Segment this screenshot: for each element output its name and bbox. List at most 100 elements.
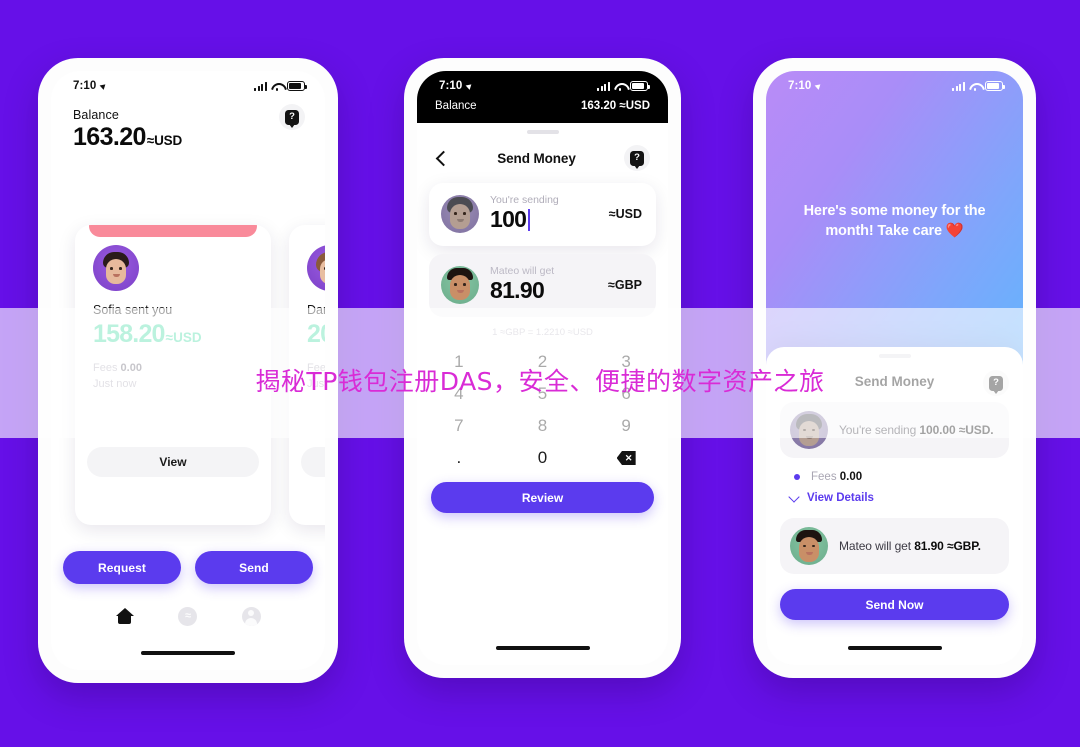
sheet-nav: Send Money ? <box>766 358 1023 396</box>
receiving-amount-card[interactable]: Mateo will get 81.90 ≈GBP <box>429 254 656 317</box>
sending-label: You're sending <box>490 194 559 206</box>
location-arrow-icon <box>100 82 108 90</box>
wifi-icon <box>969 82 981 91</box>
mini-balance-row: Balance 163.20 ≈USD <box>417 94 668 115</box>
phone-3-screen: Here's some money for the month! Take ca… <box>766 71 1023 665</box>
key-decimal[interactable]: . <box>417 442 501 474</box>
tab-profile[interactable] <box>241 606 261 626</box>
home-indicator <box>141 651 235 655</box>
sheet-nav: Send Money ? <box>417 134 668 171</box>
home-icon <box>115 608 134 624</box>
sending-summary-amount: 100.00 ≈USD. <box>919 423 994 437</box>
receiving-summary-text: Mateo will get 81.90 ≈GBP. <box>839 539 981 553</box>
delete-icon: ✕ <box>616 451 636 465</box>
view-details-link[interactable]: View Details <box>807 492 874 504</box>
hero-message: Here's some money for the month! Take ca… <box>803 203 986 239</box>
key-delete[interactable]: ✕ <box>584 442 668 474</box>
help-button[interactable]: ? <box>983 370 1009 396</box>
transaction-card[interactable]: Sofia sent you 158.20 ≈USD Fees 0.00 Jus… <box>75 225 271 525</box>
receiving-currency: ≈GBP <box>608 277 642 292</box>
view-button[interactable]: View <box>87 446 259 477</box>
screenshot-stage: 7:10 Balance 163.20 ≈USD ? Sofia sent yo… <box>0 0 1080 747</box>
sending-amount-card[interactable]: You're sending 100 ≈USD <box>429 183 656 246</box>
wifi-icon <box>271 82 283 91</box>
status-bar-3: 7:10 <box>766 71 1023 94</box>
view-details-row[interactable]: View Details <box>766 483 1023 504</box>
balance-currency: ≈USD <box>146 133 182 148</box>
avatar <box>93 245 139 291</box>
location-arrow-icon <box>466 82 474 90</box>
text-caret <box>528 208 531 231</box>
profile-person-icon <box>241 606 261 626</box>
key-6[interactable]: 6 <box>584 378 668 410</box>
key-4[interactable]: 4 <box>417 378 501 410</box>
message-hero: Here's some money for the month! Take ca… <box>766 71 1023 371</box>
request-button[interactable]: Request <box>63 551 181 584</box>
view-button[interactable]: View <box>301 446 325 477</box>
key-5[interactable]: 5 <box>501 378 585 410</box>
status-time: 7:10 <box>788 80 812 92</box>
balance-label: Balance <box>73 108 119 122</box>
confirm-sheet: Send Money ? You're sending 100.00 ≈USD.… <box>766 347 1023 665</box>
key-2[interactable]: 2 <box>501 346 585 378</box>
avatar <box>307 245 325 291</box>
phone-1-screen: 7:10 Balance 163.20 ≈USD ? Sofia sent yo… <box>51 71 325 670</box>
help-question-icon: ? <box>629 150 644 169</box>
status-bar-1: 7:10 <box>51 71 325 94</box>
balance-label: Balance <box>435 100 477 112</box>
key-8[interactable]: 8 <box>501 410 585 442</box>
balance-header: Balance 163.20 ≈USD ? <box>51 94 325 152</box>
phone-2-screen: 7:10 Balance 163.20 ≈USD Send Money ? Yo… <box>417 71 668 665</box>
receiving-summary-amount: 81.90 ≈GBP. <box>914 539 981 553</box>
transaction-time: Just now <box>307 377 325 390</box>
send-button[interactable]: Send <box>195 551 313 584</box>
status-bar-2: 7:10 <box>417 71 668 94</box>
location-arrow-icon <box>815 82 823 90</box>
key-7[interactable]: 7 <box>417 410 501 442</box>
transaction-currency: ≈USD <box>165 330 202 345</box>
cellular-bars-icon <box>253 81 267 91</box>
phone-2-dark-header: 7:10 Balance 163.20 ≈USD <box>417 71 668 123</box>
tab-wallet[interactable]: ≈ <box>178 606 198 626</box>
help-button[interactable]: ? <box>279 104 305 130</box>
page-title: Send Money <box>497 150 576 166</box>
battery-icon <box>287 81 307 91</box>
numeric-keypad[interactable]: 1 2 3 4 5 6 7 8 9 . 0 ✕ <box>417 346 668 474</box>
send-money-sheet: Send Money ? You're sending 100 ≈USD Mat… <box>417 130 668 665</box>
transaction-time: Just now <box>93 377 137 390</box>
receiving-amount: 81.90 <box>490 277 545 303</box>
transaction-amount: 158.20 <box>93 320 165 348</box>
help-button[interactable]: ? <box>623 145 650 171</box>
help-question-icon: ? <box>989 375 1003 394</box>
back-chevron-icon[interactable] <box>435 150 452 166</box>
transactions-carousel[interactable]: Sofia sent you 158.20 ≈USD Fees 0.00 Jus… <box>51 211 325 525</box>
exchange-rate: 1 ≈GBP = 1.2210 ≈USD <box>492 327 593 338</box>
avatar <box>441 265 479 304</box>
fees-value: 0.00 <box>120 362 142 374</box>
balance-amount: 163.20 <box>73 123 146 151</box>
chevron-down-icon <box>788 490 800 503</box>
transaction-meta: Fees 0.00 Just now <box>307 361 325 393</box>
sending-summary-text: You're sending 100.00 ≈USD. <box>839 423 994 437</box>
send-now-button[interactable]: Send Now <box>780 589 1009 620</box>
receiving-label: Mateo will get <box>490 265 555 277</box>
key-0[interactable]: 0 <box>501 442 585 474</box>
balance-value: 163.20 ≈USD <box>581 100 650 112</box>
fees-label: Fees <box>307 362 325 374</box>
key-1[interactable]: 1 <box>417 346 501 378</box>
primary-actions: Request Send <box>51 551 325 584</box>
help-question-icon: ? <box>285 109 299 128</box>
sending-amount-input[interactable]: 100 <box>490 206 598 233</box>
key-3[interactable]: 3 <box>584 346 668 378</box>
tab-home[interactable] <box>115 606 135 626</box>
receiving-summary-card: Mateo will get 81.90 ≈GBP. <box>780 518 1009 574</box>
home-indicator <box>495 646 590 650</box>
phone-2-frame: 7:10 Balance 163.20 ≈USD Send Money ? Yo… <box>404 58 681 678</box>
phone-3-frame: Here's some money for the month! Take ca… <box>753 58 1036 678</box>
phone-1-frame: 7:10 Balance 163.20 ≈USD ? Sofia sent yo… <box>38 58 338 683</box>
key-9[interactable]: 9 <box>584 410 668 442</box>
wifi-icon <box>614 82 626 91</box>
transaction-card[interactable]: Dan 20 ≈USD Fees 0.00 Just now View <box>289 225 325 525</box>
review-button[interactable]: Review <box>431 482 654 513</box>
sending-currency: ≈USD <box>608 206 642 221</box>
